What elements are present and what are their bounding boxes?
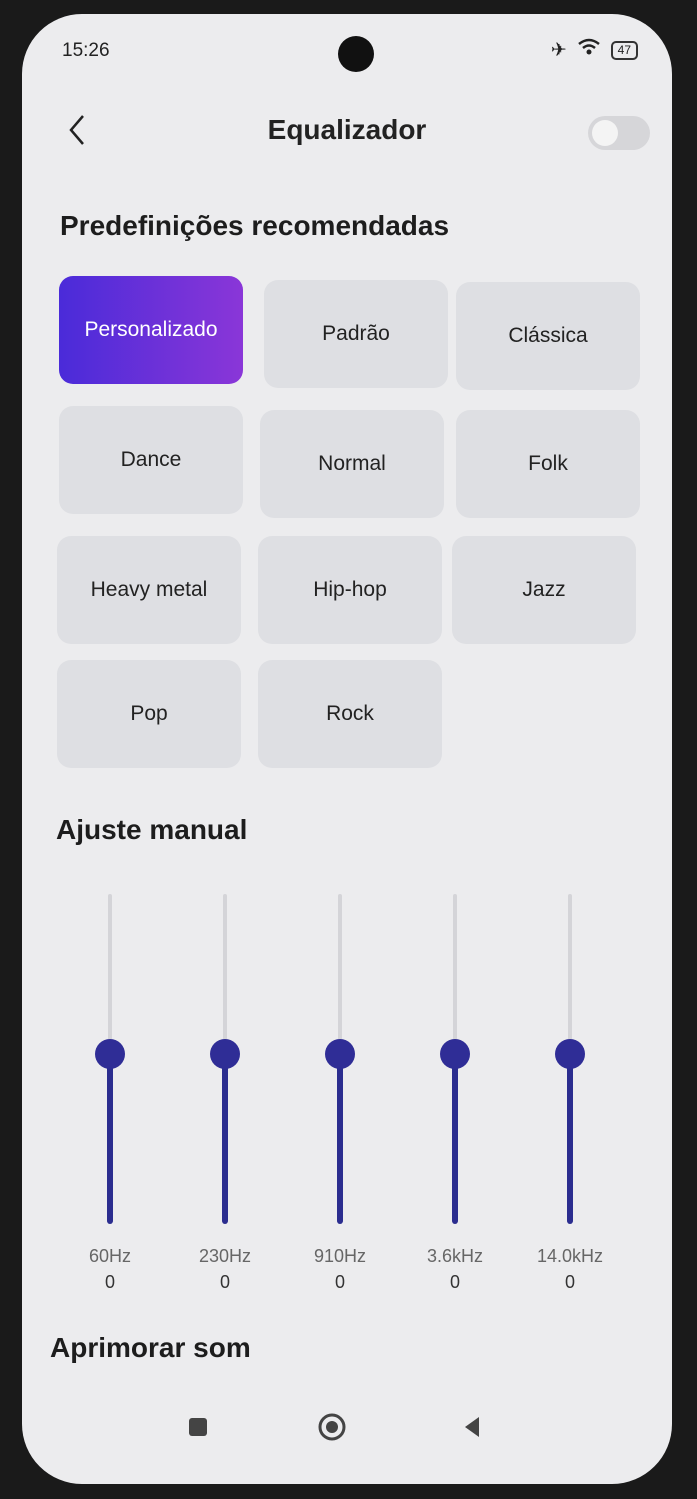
slider-fill [567,1054,573,1224]
front-camera [338,36,374,72]
band-slider-910hz[interactable]: 910Hz 0 [314,894,366,1294]
slider-thumb[interactable] [95,1039,125,1069]
band-value: 0 [449,1272,460,1292]
band-freq-label: 230Hz [198,1246,252,1266]
preset-classica[interactable]: Clássica [456,282,640,390]
phone-screen: 15:26 ✈ 47 Equalizador Predefinições rec… [22,14,672,1484]
toggle-knob [592,120,618,146]
recents-icon [189,1418,207,1436]
preset-personalizado[interactable]: Personalizado [59,276,243,384]
nav-back-button[interactable] [454,1406,490,1448]
manual-heading: Ajuste manual [56,814,248,845]
preset-folk[interactable]: Folk [456,410,640,518]
presets-heading: Predefinições recomendadas [60,210,450,241]
slider-fill [107,1054,113,1224]
slider-fill [222,1054,228,1224]
slider-fill [452,1054,458,1224]
airplane-icon: ✈ [550,39,567,61]
preset-normal[interactable]: Normal [260,410,444,518]
home-icon [318,1413,346,1441]
enhance-heading: Aprimorar som [50,1332,251,1363]
preset-hip-hop[interactable]: Hip-hop [258,536,442,644]
slider-thumb[interactable] [210,1039,240,1069]
battery-icon: 47 [610,40,638,60]
band-freq-label: 14.0kHz [536,1246,604,1266]
home-button[interactable] [314,1406,350,1448]
band-slider-230hz[interactable]: 230Hz 0 [199,894,251,1294]
recents-button[interactable] [180,1406,216,1448]
preset-padrao[interactable]: Padrão [264,280,448,388]
preset-pop[interactable]: Pop [57,660,241,768]
status-icons: ✈ 47 [551,38,638,62]
slider-thumb[interactable] [440,1039,470,1069]
band-slider-14khz[interactable]: 14.0kHz 0 [537,894,603,1294]
navigation-bar [22,1374,672,1484]
slider-thumb[interactable] [325,1039,355,1069]
equalizer-toggle[interactable] [588,116,650,150]
back-nav-icon [465,1417,479,1437]
band-slider-3-6khz[interactable]: 3.6kHz 0 [427,894,483,1294]
slider-fill [337,1054,343,1224]
band-value: 0 [564,1272,575,1292]
preset-dance[interactable]: Dance [59,406,243,514]
band-freq-label: 60Hz [88,1246,132,1266]
slider-thumb[interactable] [555,1039,585,1069]
status-time: 15:26 [62,40,110,61]
page-title: Equalizador [267,114,427,145]
wifi-icon [577,38,601,62]
band-freq-label: 910Hz [313,1246,367,1266]
band-value: 0 [219,1272,230,1292]
preset-jazz[interactable]: Jazz [452,536,636,644]
preset-heavy-metal[interactable]: Heavy metal [57,536,241,644]
band-freq-label: 3.6kHz [426,1246,484,1266]
band-value: 0 [104,1272,115,1292]
preset-rock[interactable]: Rock [258,660,442,768]
band-value: 0 [334,1272,345,1292]
band-slider-60hz[interactable]: 60Hz 0 [89,894,131,1294]
